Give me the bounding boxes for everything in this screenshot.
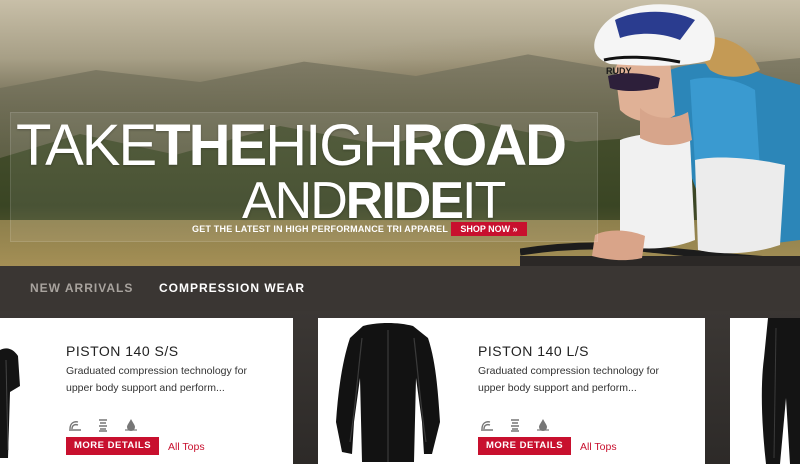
product-card-partial[interactable] — [730, 318, 800, 464]
product-description-line2: upper body support and perform... — [66, 382, 225, 394]
product-description-line2: upper body support and perform... — [478, 382, 637, 394]
product-card-piston-ls[interactable]: PISTON 140 L/S Graduated compression tec… — [318, 318, 705, 464]
hero-headline-line1: TAKETHEHIGHROAD — [16, 117, 567, 175]
wind-icon — [481, 421, 493, 431]
hero-subtitle: GET THE LATEST IN HIGH PERFORMANCE TRI A… — [192, 224, 449, 234]
headline-word-road: ROAD — [402, 113, 567, 178]
product-description-line1: Graduated compression technology for — [478, 365, 659, 377]
product-image-long-sleeve — [336, 323, 440, 462]
more-details-button[interactable]: MORE DETAILS — [478, 437, 572, 455]
headline-word-high: HIGH — [265, 113, 404, 178]
shop-now-button[interactable]: SHOP NOW » — [451, 222, 527, 236]
nav-new-arrivals[interactable]: NEW ARRIVALS — [30, 281, 133, 295]
compression-icon — [511, 419, 519, 432]
more-details-button[interactable]: MORE DETAILS — [66, 437, 160, 455]
product-name: PISTON 140 S/S — [66, 343, 179, 359]
water-drop-icon — [125, 419, 137, 431]
compression-icon — [99, 419, 107, 432]
product-card-piston-ss[interactable]: PISTON 140 S/S Graduated compression tec… — [0, 318, 293, 464]
product-description: Graduated compression technology for upp… — [66, 363, 266, 397]
product-description-line1: Graduated compression technology for — [66, 365, 247, 377]
wind-icon — [69, 421, 81, 431]
headline-word-ride: RIDE — [345, 172, 464, 230]
hero-headline-line2: ANDRIDEIT — [242, 172, 506, 230]
product-image-tights — [761, 318, 800, 464]
headline-word-and: AND — [242, 172, 348, 230]
hero-banner: RUDY TAKETHEHIGHROAD ANDRIDEIT GET THE L… — [0, 0, 800, 266]
nav-compression-wear[interactable]: COMPRESSION WEAR — [159, 281, 305, 295]
product-image-short-sleeve — [0, 348, 20, 458]
water-drop-icon — [537, 419, 549, 431]
product-description: Graduated compression technology for upp… — [478, 363, 678, 397]
feature-icons — [480, 418, 550, 432]
all-tops-link[interactable]: All Tops — [580, 441, 617, 453]
headline-word-take: TAKE — [16, 113, 157, 178]
headline-word-the: THE — [155, 113, 267, 178]
all-tops-link[interactable]: All Tops — [168, 441, 205, 453]
product-name: PISTON 140 L/S — [478, 343, 590, 359]
feature-icons — [68, 418, 138, 432]
